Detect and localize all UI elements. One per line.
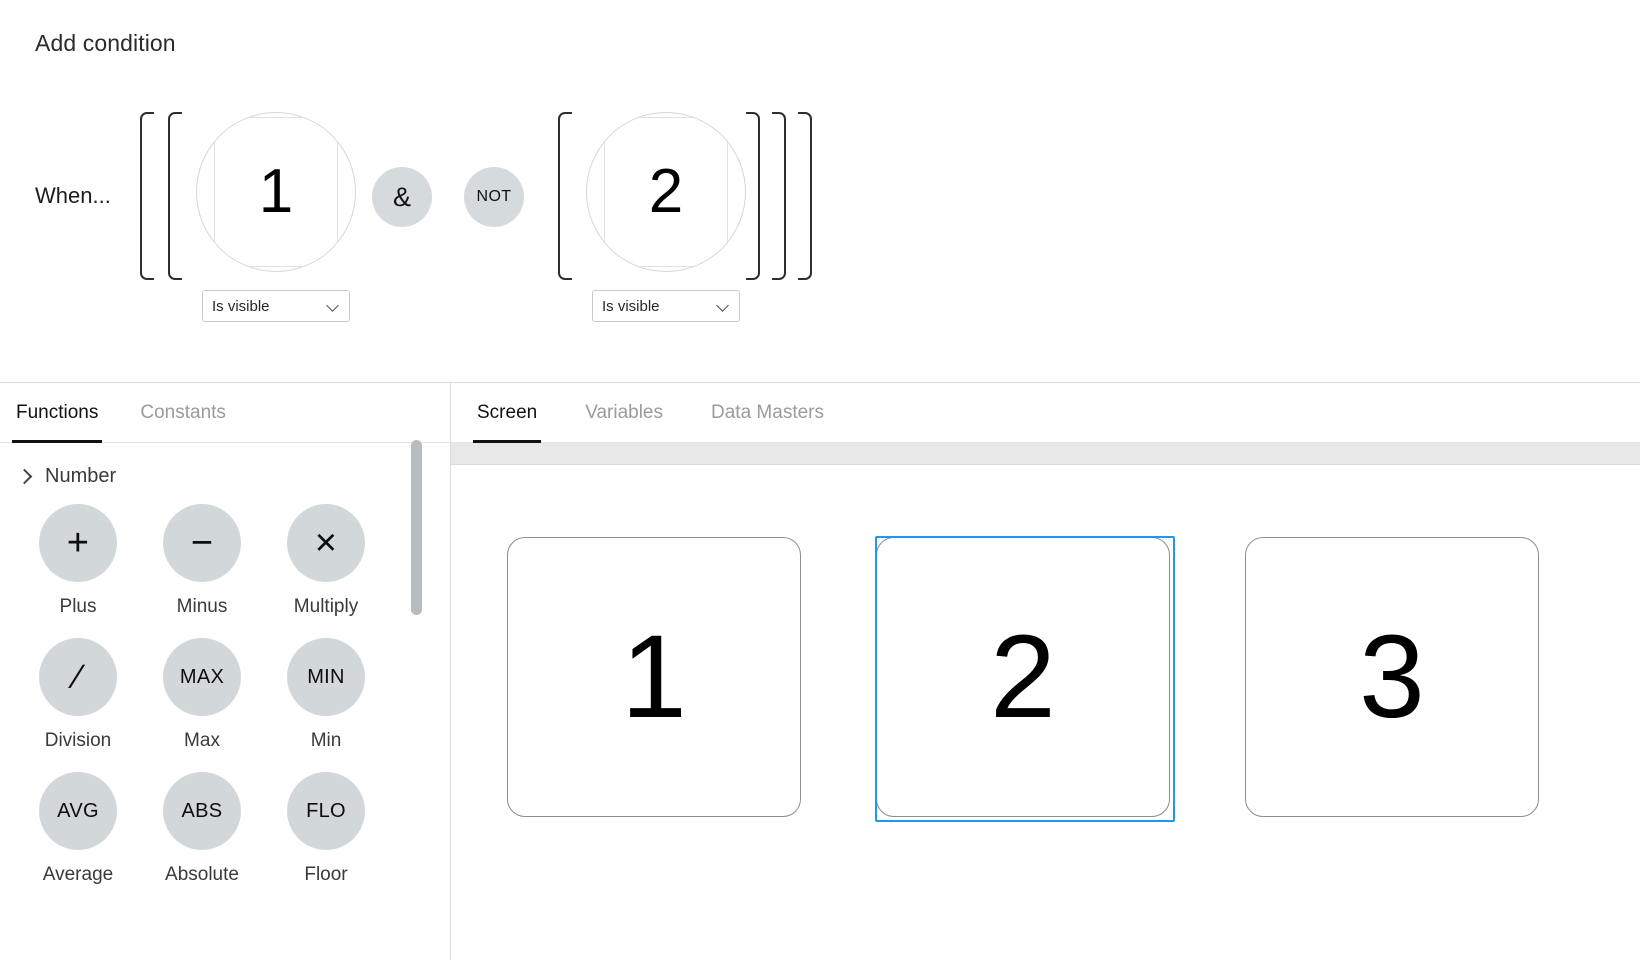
condition-editor-app: Add condition When... 1 Is visible & NOT… <box>0 0 1640 960</box>
function-label: Floor <box>304 864 348 885</box>
tab-functions-label: Functions <box>16 401 99 423</box>
add-condition-panel: Add condition When... 1 Is visible & NOT… <box>0 0 1640 383</box>
function-label: Min <box>310 730 342 751</box>
chevron-down-icon <box>328 300 340 312</box>
chevron-down-icon <box>718 300 730 312</box>
screen-tabbar: Screen Variables Data Masters <box>451 383 1640 443</box>
operand-1-label: 1 <box>258 157 294 226</box>
function-item-minus[interactable]: − Minus <box>140 504 264 618</box>
canvas-card-2[interactable]: 2 <box>875 536 1175 822</box>
max-icon: MAX <box>163 638 241 716</box>
function-item-floor[interactable]: FLO Floor <box>264 772 388 886</box>
tab-screen[interactable]: Screen <box>473 383 542 443</box>
operator-and-button[interactable]: & <box>372 167 432 227</box>
function-label: Average <box>42 864 114 885</box>
function-item-division[interactable]: ∕ Division <box>16 638 140 752</box>
plus-icon: + <box>39 504 117 582</box>
canvas-toolstrip <box>451 443 1640 465</box>
multiply-icon: × <box>287 504 365 582</box>
operator-and-label: & <box>392 181 411 212</box>
bracket-open-outer[interactable] <box>140 112 154 280</box>
operand-1: 1 Is visible <box>196 112 356 322</box>
bracket-close-second[interactable] <box>746 112 760 280</box>
functions-tabbar: Functions Constants <box>0 383 450 443</box>
lower-split: Functions Constants Number + Plus − Minu… <box>0 383 1640 960</box>
tab-variables-label: Variables <box>585 401 664 423</box>
tab-data-masters-label: Data Masters <box>711 401 824 423</box>
function-item-min[interactable]: MIN Min <box>264 638 388 752</box>
tab-constants-label: Constants <box>140 401 226 423</box>
function-label: Minus <box>176 596 228 617</box>
operand-2-condition-select[interactable]: Is visible <box>592 290 740 322</box>
functions-scrollbar-thumb[interactable] <box>411 440 422 615</box>
operator-not-label: NOT <box>476 188 512 205</box>
absolute-icon: ABS <box>163 772 241 850</box>
canvas-card-1-label: 1 <box>621 611 687 743</box>
tab-constants[interactable]: Constants <box>136 383 230 443</box>
canvas-card-1[interactable]: 1 <box>507 537 801 817</box>
tab-screen-label: Screen <box>477 401 538 423</box>
function-item-average[interactable]: AVG Average <box>16 772 140 886</box>
division-icon: ∕ <box>39 638 117 716</box>
operand-1-condition-select[interactable]: Is visible <box>202 290 350 322</box>
function-group-label: Number <box>45 465 117 487</box>
tab-functions[interactable]: Functions <box>12 383 103 443</box>
when-label: When... <box>35 183 111 208</box>
function-group-number[interactable]: Number <box>0 443 450 492</box>
operand-2-condition-value: Is visible <box>602 297 660 315</box>
bracket-open-second[interactable] <box>558 112 572 280</box>
operand-2-target[interactable]: 2 <box>586 112 746 272</box>
operand-2-label: 2 <box>648 157 684 226</box>
bracket-close-inner[interactable] <box>772 112 786 280</box>
functions-scrollbar[interactable] <box>411 440 422 960</box>
function-label: Plus <box>59 596 97 617</box>
condition-expression: 1 Is visible & NOT 2 Is visible <box>140 112 824 322</box>
function-label: Division <box>44 730 112 751</box>
operand-1-condition-value: Is visible <box>212 297 270 315</box>
screen-panel: Screen Variables Data Masters 1 2 3 <box>451 383 1640 960</box>
function-label: Multiply <box>293 596 359 617</box>
canvas-card-3-label: 3 <box>1359 611 1425 743</box>
canvas-card-2-label: 2 <box>990 611 1056 743</box>
operand-2-thumbnail: 2 <box>604 117 728 267</box>
average-icon: AVG <box>39 772 117 850</box>
floor-icon: FLO <box>287 772 365 850</box>
page-title: Add condition <box>35 30 176 56</box>
functions-panel: Functions Constants Number + Plus − Minu… <box>0 383 451 960</box>
bracket-open-inner[interactable] <box>168 112 182 280</box>
function-item-absolute[interactable]: ABS Absolute <box>140 772 264 886</box>
function-item-plus[interactable]: + Plus <box>16 504 140 618</box>
function-label: Absolute <box>165 864 239 885</box>
function-label: Max <box>184 730 220 751</box>
operand-1-target[interactable]: 1 <box>196 112 356 272</box>
operand-1-thumbnail: 1 <box>214 117 338 267</box>
tab-data-masters[interactable]: Data Masters <box>707 383 828 443</box>
operand-2: 2 Is visible <box>586 112 746 322</box>
bracket-close-outer[interactable] <box>798 112 812 280</box>
tab-variables[interactable]: Variables <box>581 383 667 443</box>
canvas-card-3[interactable]: 3 <box>1245 537 1539 817</box>
operator-not-button[interactable]: NOT <box>464 167 524 227</box>
chevron-right-icon <box>18 470 31 483</box>
function-item-max[interactable]: MAX Max <box>140 638 264 752</box>
min-icon: MIN <box>287 638 365 716</box>
screen-canvas[interactable]: 1 2 3 <box>451 465 1640 959</box>
function-item-multiply[interactable]: × Multiply <box>264 504 388 618</box>
minus-icon: − <box>163 504 241 582</box>
function-grid: + Plus − Minus × Multiply ∕ Division MAX <box>0 504 450 886</box>
